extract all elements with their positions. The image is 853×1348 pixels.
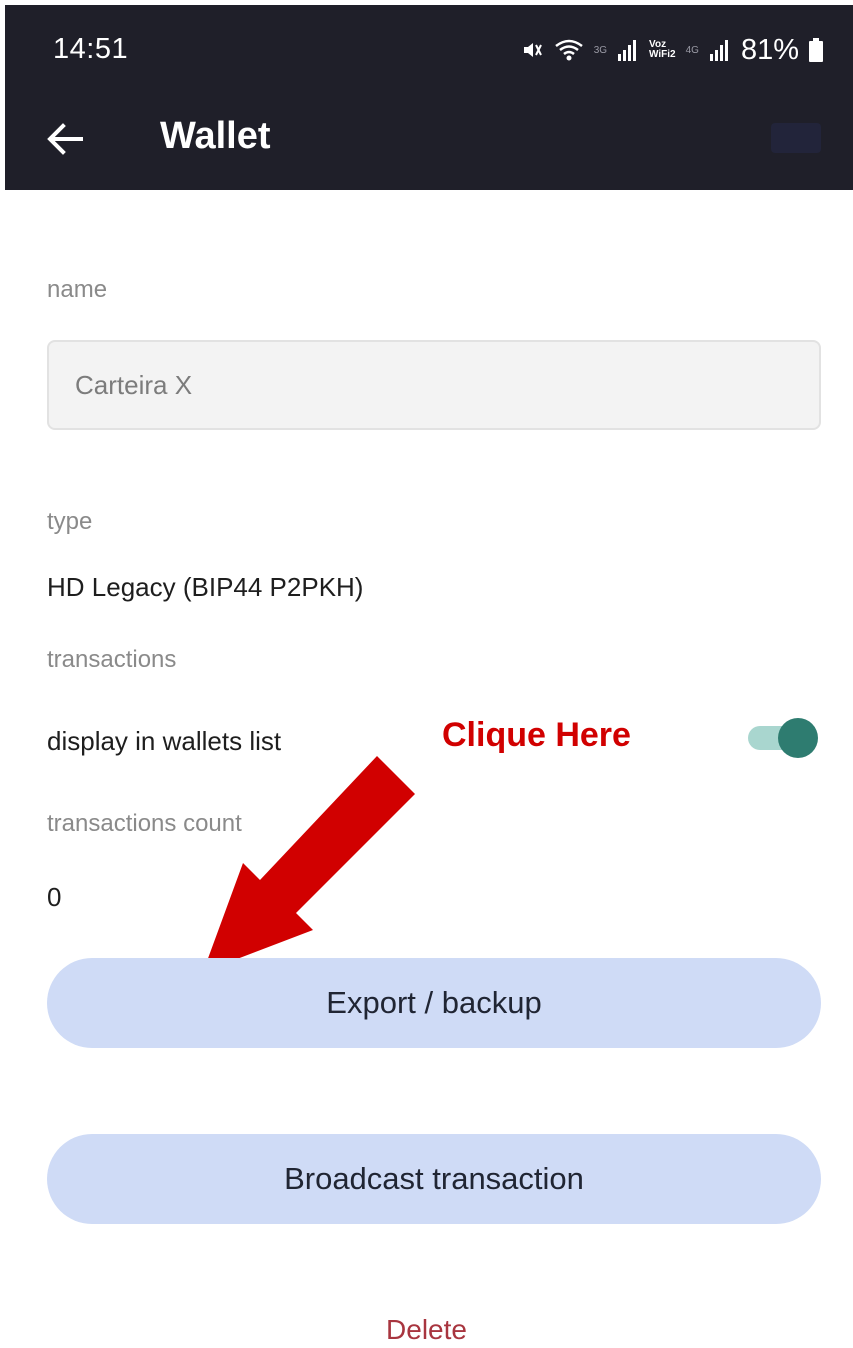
arrow-left-icon	[47, 123, 83, 155]
signal-r-icon	[618, 40, 637, 61]
export-backup-button[interactable]: Export / backup	[47, 958, 821, 1048]
broadcast-transaction-button[interactable]: Broadcast transaction	[47, 1134, 821, 1224]
type-label: type	[47, 508, 93, 535]
wifi-icon	[554, 39, 583, 61]
name-label: name	[47, 276, 108, 303]
display-in-list-toggle[interactable]	[748, 718, 818, 758]
transactions-label: transactions	[47, 646, 177, 673]
annotation-text: Clique Here	[442, 716, 631, 754]
wallet-name-input[interactable]	[47, 340, 821, 430]
battery-icon	[809, 38, 823, 62]
battery-percent: 81%	[740, 33, 799, 66]
header-action-button[interactable]	[771, 123, 821, 153]
red-arrow-annotation-icon	[203, 756, 415, 972]
toggle-thumb	[778, 718, 818, 758]
back-button[interactable]	[43, 117, 87, 161]
app-header: 14:51 3G Voz WiFi2 4G 81% Wallet	[5, 5, 853, 190]
status-icons: 3G Voz WiFi2 4G 81%	[520, 33, 823, 67]
transactions-count-value: 0	[47, 882, 62, 912]
signal-icon	[709, 40, 728, 61]
type-value: HD Legacy (BIP44 P2PKH)	[47, 572, 364, 602]
status-time: 14:51	[53, 33, 129, 65]
wifi2-label: WiFi2	[649, 49, 676, 60]
voz-wifi-badge: Voz WiFi2	[649, 40, 676, 60]
page-title: Wallet	[160, 115, 271, 157]
mute-icon	[523, 43, 542, 57]
network-3g-label: 3G	[593, 44, 608, 56]
network-4g-label: 4G	[685, 44, 699, 56]
delete-button[interactable]: Delete	[0, 1314, 853, 1346]
